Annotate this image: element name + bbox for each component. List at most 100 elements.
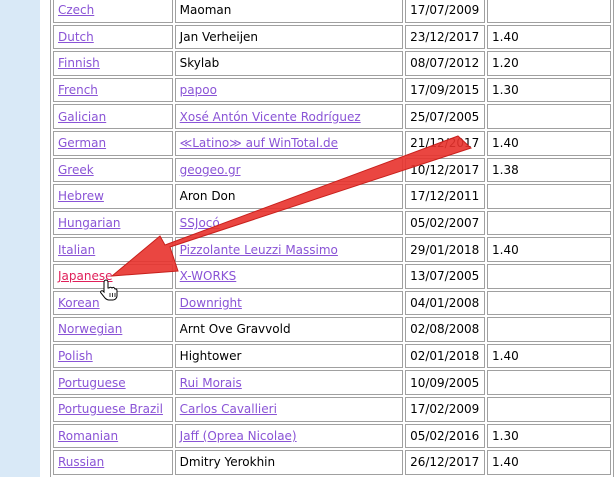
language-cell: Hebrew [53,184,173,209]
language-cell: Romanian [53,423,173,449]
table-row: Russian Dmitry Yerokhin 26/12/2017 1.40 [53,450,611,475]
language-link[interactable]: Dutch [58,30,94,44]
language-cell: Czech [53,0,173,23]
translator-link[interactable]: X-WORKS [180,269,237,283]
version-cell: 1.38 [487,157,611,183]
version-cell: 1.40 [487,343,611,369]
date-cell: 17/09/2015 [405,77,486,103]
table-row: Italian Pizzolante Leuzzi Massimo 29/01/20… [53,237,611,262]
language-cell: Dutch [53,24,173,50]
content-area: Czech Maoman 17/07/2009 Dutch Jan Verheijen 2… [40,0,614,477]
version-cell: 1.30 [487,77,611,103]
translator-link[interactable]: Pizzolante Leuzzi Massimo [180,243,338,257]
date-cell: 25/07/2005 [405,104,486,129]
date-cell: 10/12/2017 [405,157,486,183]
translator-cell: Downright [174,290,404,316]
translator-name: Hightower [179,349,242,364]
date-cell: 17/07/2009 [405,0,486,23]
language-link[interactable]: Finnish [58,56,100,70]
table-row: Portuguese Rui Morais 10/09/2005 [53,370,611,395]
language-cell: Polish [53,343,173,369]
table-row: Czech Maoman 17/07/2009 [53,0,611,23]
translator-link[interactable]: Carlos Cavallieri [180,402,277,416]
date-cell: 05/02/2016 [405,423,486,449]
language-link[interactable]: Hungarian [58,216,120,230]
translator-link[interactable]: Xosé Antón Vicente Rodríguez [180,110,361,124]
translator-cell: Dmitry Yerokhin [174,450,404,475]
language-link[interactable]: Polish [58,349,93,363]
translator-cell: SSJocó [174,210,404,236]
language-cell: Portuguese [53,370,173,395]
version-cell [487,184,611,209]
version-cell [487,370,611,395]
language-cell: French [53,77,173,103]
translator-link[interactable]: Rui Morais [180,376,242,390]
language-link[interactable]: Hebrew [58,189,104,203]
table-row: Hungarian SSJocó 05/02/2007 [53,210,611,236]
table-row: Dutch Jan Verheijen 23/12/2017 1.40 [53,24,611,50]
version-cell [487,317,611,342]
translator-cell: Arnt Ove Gravvold [174,317,404,342]
language-cell: German [53,130,173,156]
translator-name: Maoman [179,3,232,18]
table-row: Norwegian Arnt Ove Gravvold 02/08/2008 [53,317,611,342]
language-link[interactable]: Galician [58,110,106,124]
translator-cell: Jan Verheijen [174,24,404,50]
translations-table-body: Czech Maoman 17/07/2009 Dutch Jan Verheijen 2… [53,0,611,475]
language-link[interactable]: Portuguese Brazil [58,402,163,416]
language-link[interactable]: German [58,136,106,150]
translator-link[interactable]: Jaff (Oprea Nicolae) [180,429,297,443]
version-cell: 1.30 [487,423,611,449]
translations-table: Czech Maoman 17/07/2009 Dutch Jan Verheijen 2… [50,0,614,477]
translator-cell: geogeo.gr [174,157,404,183]
translator-name: Jan Verheijen [179,29,259,44]
translator-link[interactable]: geogeo.gr [180,163,241,177]
table-row: Japanese X-WORKS 13/07/2005 [53,263,611,289]
date-cell: 10/09/2005 [405,370,486,395]
date-cell: 17/12/2011 [405,184,486,209]
language-link[interactable]: Norwegian [58,322,122,336]
date-cell: 21/12/2017 [405,130,486,156]
table-row: Polish Hightower 02/01/2018 1.40 [53,343,611,369]
table-row: Greek geogeo.gr 10/12/2017 1.38 [53,157,611,183]
date-cell: 26/12/2017 [405,450,486,475]
language-link[interactable]: Romanian [58,429,118,443]
translator-link[interactable]: ≪Latino≫ auf WinTotal.de [180,136,338,150]
translator-cell: ≪Latino≫ auf WinTotal.de [174,130,404,156]
language-cell: Portuguese Brazil [53,396,173,422]
translator-name: Dmitry Yerokhin [179,455,276,470]
language-link[interactable]: Portuguese [58,376,126,390]
language-link[interactable]: Korean [58,296,100,310]
version-cell [487,290,611,316]
table-row: Korean Downright 04/01/2008 [53,290,611,316]
translator-cell: X-WORKS [174,263,404,289]
version-cell: 1.20 [487,51,611,76]
language-cell: Greek [53,157,173,183]
language-link[interactable]: Italian [58,243,95,257]
version-cell: 1.40 [487,237,611,262]
date-cell: 02/08/2008 [405,317,486,342]
hand-pointer-icon [100,279,118,301]
translator-cell: Carlos Cavallieri [174,396,404,422]
translator-link[interactable]: papoo [180,83,217,97]
translator-name: Aron Don [179,189,236,204]
version-cell: 1.40 [487,130,611,156]
translator-cell: Hightower [174,343,404,369]
translator-link[interactable]: SSJocó [180,216,220,230]
date-cell: 08/07/2012 [405,51,486,76]
translator-cell: Aron Don [174,184,404,209]
version-cell [487,210,611,236]
table-row: Romanian Jaff (Oprea Nicolae) 05/02/2016 1.… [53,423,611,449]
language-link[interactable]: French [58,83,98,97]
language-link[interactable]: Russian [58,455,104,469]
language-link[interactable]: Greek [58,163,94,177]
date-cell: 02/01/2018 [405,343,486,369]
translator-link[interactable]: Downright [180,296,242,310]
table-row: Portuguese Brazil Carlos Cavallieri 17/02/… [53,396,611,422]
translator-cell: Skylab [174,51,404,76]
date-cell: 17/02/2009 [405,396,486,422]
language-cell: Galician [53,104,173,129]
language-link[interactable]: Czech [58,3,94,17]
table-row: Galician Xosé Antón Vicente Rodríguez 25/0… [53,104,611,129]
translator-cell: Rui Morais [174,370,404,395]
